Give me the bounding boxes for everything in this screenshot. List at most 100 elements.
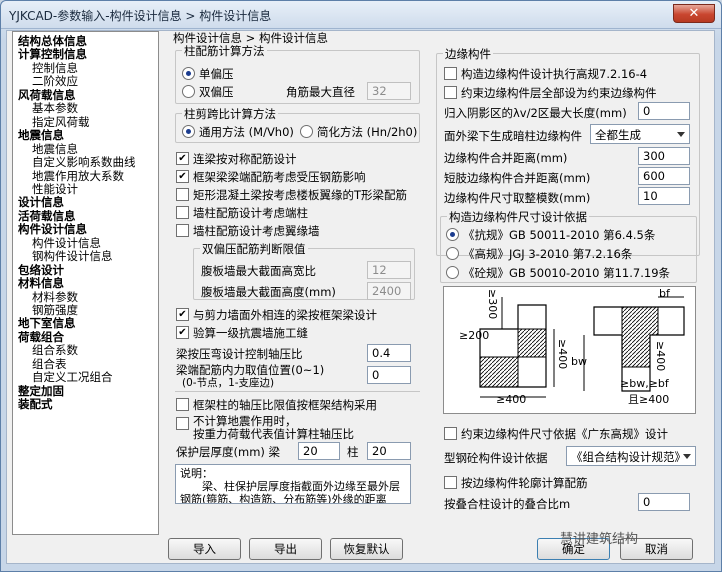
diagram-label-bf: bf	[659, 287, 670, 300]
high-rise-code-label: 《高规》JGJ 3-2010 第7.2.16条	[463, 247, 633, 261]
import-button[interactable]: 导入	[168, 538, 241, 560]
tree-item[interactable]: 构件设计信息	[18, 223, 87, 236]
stack-ratio-label: 按叠合柱设计的叠合比m	[444, 497, 571, 511]
concrete-code-label: 《砼规》GB 50010-2010 第11.7.19条	[463, 266, 671, 280]
basis-title: 构造边缘构件尺寸设计依据	[447, 209, 589, 225]
steel-basis-label: 型钢砼构件设计依据	[444, 451, 548, 465]
title-bar[interactable]: YJKCAD-参数输入-构件设计信息 > 构件设计信息 ✕	[1, 1, 721, 29]
note-box: 说明： 梁、柱保护层厚度指截面外边缘至最外层钢筋(箍筋、构造筋、分布筋等)外缘的…	[175, 464, 411, 504]
tree-item[interactable]: 材料信息	[18, 277, 64, 290]
double-bias-radio[interactable]	[182, 85, 195, 98]
tree-item[interactable]: 组合系数	[32, 344, 78, 357]
frame-column-checkbox[interactable]	[176, 398, 189, 411]
diagram-label-ge300: ≥300	[486, 289, 499, 320]
t-shape-hatch	[621, 306, 659, 368]
diagram-label-bw: bw	[571, 355, 587, 368]
tree-item[interactable]: 钢筋强度	[32, 304, 78, 317]
frame-column-label: 框架柱的轴压比限值按框架结构采用	[193, 398, 377, 412]
tree-item[interactable]: 控制信息	[32, 61, 78, 75]
general-method-radio[interactable]	[182, 125, 195, 138]
simplified-method-radio[interactable]	[300, 125, 313, 138]
tree-item[interactable]: 计算控制信息	[18, 48, 87, 61]
t-beam-checkbox[interactable]	[176, 188, 189, 201]
beam-cover-input[interactable]: 20	[298, 442, 340, 460]
single-bias-radio[interactable]	[182, 67, 195, 80]
high-rise-code-radio[interactable]	[446, 247, 459, 260]
height-ratio-input[interactable]: 12	[367, 261, 411, 279]
wall-beam-label: 与剪力墙面外相连的梁按框架梁设计	[193, 308, 377, 322]
chevron-down-icon	[677, 132, 685, 137]
tree-item[interactable]: 材料参数	[32, 290, 78, 304]
seismic-code-radio[interactable]	[446, 228, 459, 241]
tree-item[interactable]: 自定义工况组合	[32, 371, 113, 384]
tree-item[interactable]: 包络设计	[18, 263, 64, 277]
stack-ratio-input[interactable]: 0	[638, 493, 690, 511]
compression-bar-checkbox[interactable]: ✔	[176, 170, 189, 183]
tree-item[interactable]: 整定加固	[18, 384, 64, 398]
short-merge-label: 短肢边缘构件合并距离(mm)	[444, 171, 591, 185]
tree-item[interactable]: 结构总体信息	[18, 35, 87, 48]
tree-item[interactable]: 地下室信息	[18, 317, 76, 330]
steel-basis-select[interactable]: 《组合结构设计规范》	[566, 446, 696, 466]
outline-checkbox[interactable]	[444, 476, 457, 489]
diagram-label-gebw: ≥bw,≥bf	[620, 377, 669, 390]
modulus-label: 边缘构件尺寸取整模数(mm)	[444, 191, 591, 205]
seismic-code-label: 《抗规》GB 50011-2010 第6.4.5条	[463, 228, 656, 242]
tree-item[interactable]: 活荷载信息	[18, 209, 76, 223]
export-button[interactable]: 导出	[249, 538, 322, 560]
construction-joint-checkbox[interactable]: ✔	[176, 326, 189, 339]
modulus-input[interactable]: 10	[638, 187, 690, 205]
reset-button[interactable]: 恢复默认	[330, 538, 403, 560]
coupling-beam-checkbox[interactable]: ✔	[176, 152, 189, 165]
generate-column-select[interactable]: 全都生成	[590, 124, 690, 144]
concrete-code-radio[interactable]	[446, 266, 459, 279]
tree-item[interactable]: 设计信息	[18, 196, 64, 209]
double-bias-label: 双偏压	[199, 85, 234, 99]
tree-item[interactable]: 二阶效应	[32, 75, 78, 88]
tree-item[interactable]: 钢构件设计信息	[32, 250, 113, 263]
diagram-label-ge400c: ≥400	[654, 341, 667, 372]
end-column-checkbox[interactable]	[176, 206, 189, 219]
tree-item[interactable]: 基本参数	[32, 102, 78, 115]
tree-item[interactable]: 装配式	[18, 398, 53, 411]
flange-wall-label: 墙柱配筋设计考虑翼缘墙	[193, 224, 320, 238]
l-shape-hatch	[517, 328, 547, 358]
no-seismic-checkbox[interactable]	[176, 417, 189, 430]
tree-item[interactable]: 自定义影响系数曲线	[32, 156, 136, 169]
tree-item[interactable]: 地震作用放大系数	[32, 169, 124, 183]
beam-torsion-input[interactable]: 0	[367, 366, 411, 384]
guangdong-checkbox[interactable]	[444, 427, 457, 440]
cover-label: 保护层厚度(mm) 梁	[176, 445, 281, 459]
general-method-label: 通用方法 (M/Vh0)	[199, 125, 294, 139]
tree-item[interactable]: 指定风荷载	[32, 115, 90, 129]
diagram-label-ge400d: 且≥400	[628, 393, 670, 406]
tree-item[interactable]: 风荷载信息	[18, 88, 76, 102]
window-title: YJKCAD-参数输入-构件设计信息 > 构件设计信息	[9, 9, 272, 23]
hpc-7-2-16-checkbox[interactable]	[444, 67, 457, 80]
lambda-length-label: 归入阴影区的λv/2区最大长度(mm)	[444, 106, 627, 120]
short-merge-input[interactable]: 600	[638, 167, 690, 185]
chevron-down-icon	[683, 454, 691, 459]
single-bias-label: 单偏压	[199, 67, 234, 81]
corner-bar-input[interactable]: 32	[367, 82, 411, 100]
tree-item[interactable]: 地震信息	[32, 142, 78, 156]
no-seismic-label-2: 按重力荷载代表值计算柱轴压比	[193, 427, 354, 441]
wall-beam-checkbox[interactable]: ✔	[176, 308, 189, 321]
tree-item[interactable]: 构件设计信息	[32, 236, 101, 250]
max-height-input[interactable]: 2400	[367, 282, 411, 300]
tree-item[interactable]: 荷载组合	[18, 330, 64, 344]
l-shape-hatch-2	[479, 356, 519, 388]
compression-bar-label: 框架梁梁端配筋考虑受压钢筋影响	[193, 170, 366, 184]
nav-tree: 结构总体信息 计算控制信息 控制信息 二阶效应 风荷载信息 基本参数 指定风荷载 地震信息 地震…	[12, 31, 159, 535]
flange-wall-checkbox[interactable]	[176, 224, 189, 237]
all-constrained-checkbox[interactable]	[444, 86, 457, 99]
tree-item[interactable]: 性能设计	[32, 182, 78, 196]
col-cover-input[interactable]: 20	[367, 442, 411, 460]
beam-axial-input[interactable]: 0.4	[367, 344, 411, 362]
tree-item[interactable]: 地震信息	[18, 129, 64, 142]
merge-distance-input[interactable]: 300	[638, 147, 690, 165]
lambda-length-input[interactable]: 0	[638, 102, 690, 120]
close-button[interactable]: ✕	[673, 4, 715, 23]
edge-member-diagram: ≥200 ≥300 ≥400 ≥400 bf bw ≥400 ≥bw,≥bf 且…	[443, 286, 696, 414]
tree-item[interactable]: 组合表	[32, 357, 67, 371]
